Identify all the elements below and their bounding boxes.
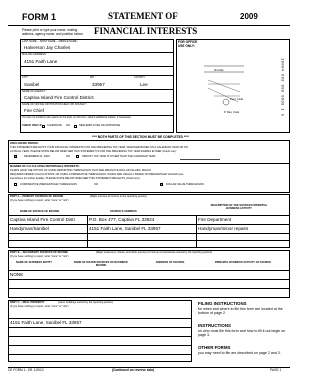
vertical-id-number: 10094 999 000 0000 1 5	[279, 58, 284, 117]
or-label: OR	[66, 124, 70, 127]
candidate-checkbox[interactable]	[42, 124, 45, 128]
specify-tax-year-field[interactable]	[180, 159, 220, 160]
statement-title-line2: FINANCIAL INTERESTS	[94, 26, 198, 36]
form-title: FORM 1	[22, 12, 57, 22]
part-a-col-activity: DESCRIPTION OF THE SOURCE'S PRINCIPAL BU…	[210, 204, 268, 210]
footer-form-id: CE FORM 1 - Eff. 1/2010	[8, 368, 44, 372]
section-both-heading: **** BOTH PARTS OF THIS SECTION MUST BE …	[92, 135, 189, 139]
agency-value[interactable]: Captiva Island Fire Control District	[24, 95, 94, 101]
disclosure-text-line2: A FISCAL YEAR. PLEASE STATE BELOW WHETHE…	[10, 150, 177, 153]
conf-code-label: Conf. Code	[230, 98, 244, 101]
county-value[interactable]: Lee	[140, 82, 148, 88]
disclosure-or: OR	[66, 155, 70, 158]
dollar-value-checkbox[interactable]	[160, 182, 164, 186]
instructions-side-box: FILING INSTRUCTIONS for when and where t…	[198, 300, 290, 362]
zip-label: ZIP :	[90, 76, 96, 79]
candidate-label: CANDIDATE	[47, 124, 62, 127]
mailing-address-value[interactable]: 4151 Faith Lane	[24, 59, 57, 65]
agency-label: NAME OF AGENCY :	[22, 90, 47, 93]
part-a-row2-name[interactable]: Handyman/Sanibel	[10, 226, 49, 232]
december-checkbox[interactable]	[14, 154, 18, 158]
part-b-subnote: (If you have nothing to report, write "n…	[10, 255, 69, 258]
part-c-value[interactable]: 4151 Faith Lane, Sanibel FL 33957	[10, 320, 82, 326]
comparative-label: COMPARATIVE (PERCENTAGE) THRESHOLDS	[20, 183, 78, 186]
part-a-row1-name[interactable]: Captiva Island Fire Control Distr	[10, 217, 75, 223]
new-employee-label: NEW EMPLOYEE OR APPOINTEE	[79, 124, 121, 127]
part-b-col-activity: PRINCIPAL BUSINESS ACTIVITY OF SOURCE	[214, 261, 272, 264]
part-a-row2-address[interactable]: 4151 Faith Lane, Sanibel FL 33957	[89, 226, 161, 232]
part-a-subnote: (If you have nothing to report, write "n…	[10, 199, 69, 202]
specify-tax-year-checkbox[interactable]	[76, 155, 79, 158]
instructions-text: on who must file this form and how to fi…	[198, 329, 286, 338]
part-a-col-address: SOURCE'S ADDRESS	[110, 210, 137, 213]
id-code-label: ID Code	[214, 69, 224, 72]
year: 2009	[240, 12, 258, 21]
part-a-heading-note: [Major sources of income to the reportin…	[90, 195, 147, 198]
december-label: DECEMBER 31, 2009	[24, 155, 50, 158]
name-label: LAST NAME -- FIRST NAME -- MIDDLE NAME :	[22, 40, 79, 43]
part-b-value[interactable]: NONE	[10, 272, 23, 278]
unable-note: You are not limited to the space on the …	[22, 116, 132, 119]
p-req-code-label: P. Req. Code	[224, 111, 240, 114]
position-value[interactable]: Fire Chief	[24, 108, 44, 114]
check-only-label: CHECK ONLY IF	[22, 124, 42, 127]
office-stamp-lines	[204, 65, 244, 106]
specify-tax-year-label: SPECIFY TAX YEAR IF OTHER THAN THE CALEN…	[82, 155, 157, 158]
part-b-col-source: NAME OF MAJOR SOURCES OF BUSINESS' INCOM…	[73, 261, 129, 267]
part-a-row1-address[interactable]: P.O. Box 477, Captiva FL 33924	[89, 217, 154, 223]
statement-title-line1: STATEMENT OF	[108, 11, 178, 21]
filing-instructions-text: for when and where to file this form are…	[198, 307, 283, 316]
manner-or: OR	[94, 183, 98, 186]
manner-text-line3: instructions for further details). PLEAS…	[10, 177, 141, 180]
filing-instructions-heading: FILING INSTRUCTIONS	[198, 301, 247, 306]
instructions-heading: INSTRUCTIONS	[198, 323, 231, 328]
mailing-address-label: MAILING ADDRESS :	[22, 53, 48, 56]
part-b-col-entity: NAME OF BUSINESS ENTITY	[16, 261, 52, 264]
footer-continued: (Continued on reverse side)	[112, 368, 155, 372]
city-label: CITY :	[22, 76, 30, 79]
other-forms-heading: OTHER FORMS	[198, 345, 231, 350]
name-value[interactable]: Halverson Jay Charles	[24, 45, 70, 51]
part-c-box	[8, 300, 192, 362]
part-a-row2-activity[interactable]: Handyman/minor repairs	[198, 226, 248, 232]
part-b-col-address: ADDRESS OF SOURCE	[155, 261, 185, 264]
county-label: COUNTY :	[134, 76, 147, 79]
office-use-line2: USE ONLY:	[178, 44, 195, 48]
other-forms-text: you may need to file are described on pa…	[198, 351, 281, 355]
comparative-checkbox[interactable]	[14, 183, 17, 186]
zip-value[interactable]: 33957	[92, 82, 105, 88]
part-a-col-name: NAME OF SOURCE OF INCOME	[20, 210, 60, 213]
position-label: NAME OF OFFICE OR POSITION HELD OR SOUGH…	[22, 103, 88, 106]
city-value[interactable]: Sanibel	[24, 82, 39, 88]
new-employee-checkbox[interactable]	[74, 124, 77, 128]
dollar-value-label: DOLLAR VALUE THRESHOLDS	[166, 183, 204, 186]
part-b-heading-note: [Major customers, clients, and other sou…	[96, 251, 212, 254]
part-c-subnote: (If you have nothing to report, write "n…	[10, 305, 69, 308]
footer-page: PAGE 1	[270, 368, 282, 372]
instruction-line2: address, agency name, and position below…	[22, 32, 84, 36]
form-page: FORM 1 STATEMENT OF FINANCIAL INTERESTS …	[0, 0, 298, 386]
part-a-row1-activity[interactable]: Fire Department	[198, 217, 231, 223]
